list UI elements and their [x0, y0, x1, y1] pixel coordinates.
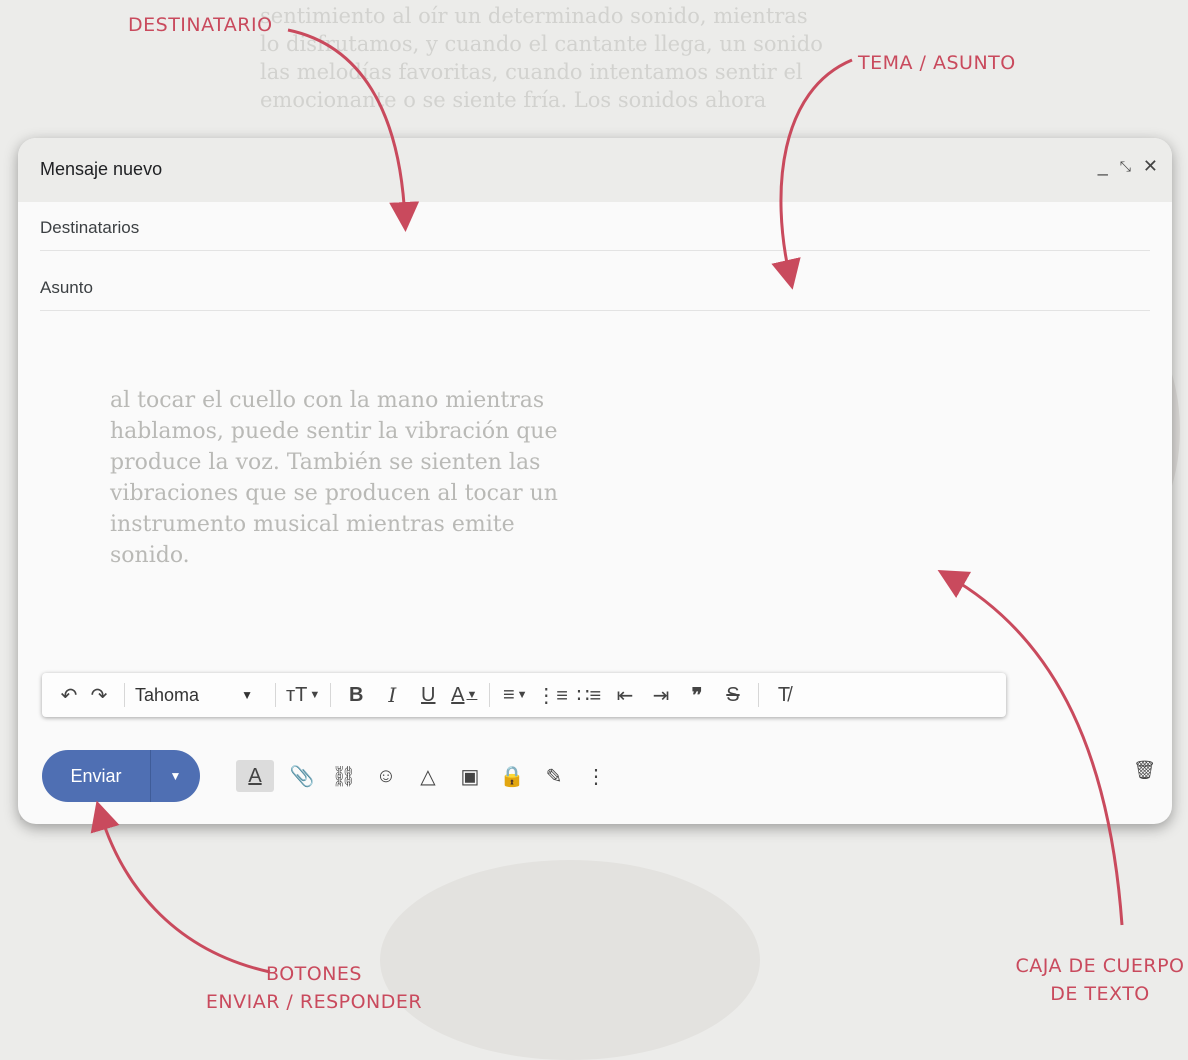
font-size-icon[interactable]: тT ▼ — [286, 679, 320, 711]
chevron-down-icon[interactable]: ▼ — [151, 750, 200, 802]
chevron-down-icon: ▼ — [241, 688, 253, 702]
italic-icon[interactable]: I — [377, 679, 407, 711]
numbered-list-icon[interactable]: ⋮≡ — [536, 679, 568, 711]
annotation-body-line1: Caja de cuerpo — [1015, 955, 1185, 977]
bulleted-list-icon[interactable]: ∷≡ — [574, 679, 604, 711]
divider — [124, 683, 125, 707]
divider — [40, 250, 1150, 251]
annotation-recipient: Destinatario — [128, 14, 273, 36]
divider — [757, 683, 759, 707]
indent-more-icon[interactable]: ⇥ — [646, 679, 676, 711]
divider — [275, 683, 276, 707]
indent-less-icon[interactable]: ⇤ — [610, 679, 640, 711]
send-button-group: Enviar ▼ — [42, 750, 200, 802]
background-page-text: al tocar el cuello con la mano mientras … — [110, 388, 558, 568]
annotation-buttons: Botones Enviar / Responder — [196, 960, 432, 1016]
message-body[interactable]: al tocar el cuello con la mano mientras … — [40, 313, 1150, 653]
attach-icon[interactable]: 📎 — [288, 760, 316, 792]
annotation-body: Caja de cuerpo de texto — [1012, 952, 1188, 1008]
compose-header: Mensaje nuevo _ ⤡ ✕ — [18, 138, 1172, 202]
formatting-toolbar: ↶ ↷ Tahoma ▼ тT ▼ B I U A ▼ ≡ ▼ ⋮≡ ∷≡ ⇤ ⇥ ❞… — [42, 673, 1006, 717]
emoji-icon[interactable]: ☺ — [372, 760, 400, 792]
trash-icon[interactable]: 🗑 — [1133, 760, 1156, 781]
redo-icon[interactable]: ↷ — [84, 679, 114, 711]
divider — [489, 683, 491, 707]
confidential-icon[interactable]: 🔒 — [498, 760, 526, 792]
expand-icon[interactable]: ⤡ — [1120, 158, 1131, 177]
link-icon[interactable]: ⛓ — [330, 760, 358, 792]
minimize-icon[interactable]: _ — [1098, 156, 1108, 177]
strikethrough-icon[interactable]: S — [718, 679, 748, 711]
compose-window: Mensaje nuevo _ ⤡ ✕ Destinatarios Asunto… — [18, 138, 1172, 824]
undo-icon[interactable]: ↶ — [54, 679, 84, 711]
compose-title: Mensaje nuevo — [40, 159, 163, 179]
more-options-icon[interactable]: ⋮ — [582, 760, 610, 792]
font-select[interactable]: Tahoma ▼ — [135, 685, 265, 706]
drive-icon[interactable]: △ — [414, 760, 442, 792]
send-button[interactable]: Enviar — [42, 750, 151, 802]
annotation-buttons-line1: Botones — [266, 963, 362, 985]
text-color-icon[interactable]: A ▼ — [449, 679, 479, 711]
underline-icon[interactable]: U — [413, 679, 443, 711]
divider — [40, 310, 1150, 311]
quote-icon[interactable]: ❞ — [682, 679, 712, 711]
close-icon[interactable]: ✕ — [1143, 156, 1158, 177]
annotation-subject: Tema / asunto — [858, 52, 1016, 74]
bold-icon[interactable]: B — [341, 679, 371, 711]
photo-icon[interactable]: ▣ — [456, 760, 484, 792]
annotation-buttons-line2: Enviar / Responder — [205, 991, 423, 1013]
annotation-body-line2: de texto — [1050, 983, 1150, 1005]
remove-formatting-icon[interactable]: T̸ — [769, 679, 799, 711]
formatting-options-icon[interactable]: A — [236, 760, 274, 792]
font-name: Tahoma — [135, 684, 200, 705]
bottom-toolbar: A 📎 ⛓ ☺ △ ▣ 🔒 ✎ ⋮ — [236, 756, 610, 796]
align-icon[interactable]: ≡ ▼ — [500, 679, 530, 711]
recipients-field[interactable]: Destinatarios — [40, 218, 139, 238]
signature-icon[interactable]: ✎ — [540, 760, 568, 792]
divider — [330, 683, 332, 707]
subject-field[interactable]: Asunto — [40, 278, 93, 298]
